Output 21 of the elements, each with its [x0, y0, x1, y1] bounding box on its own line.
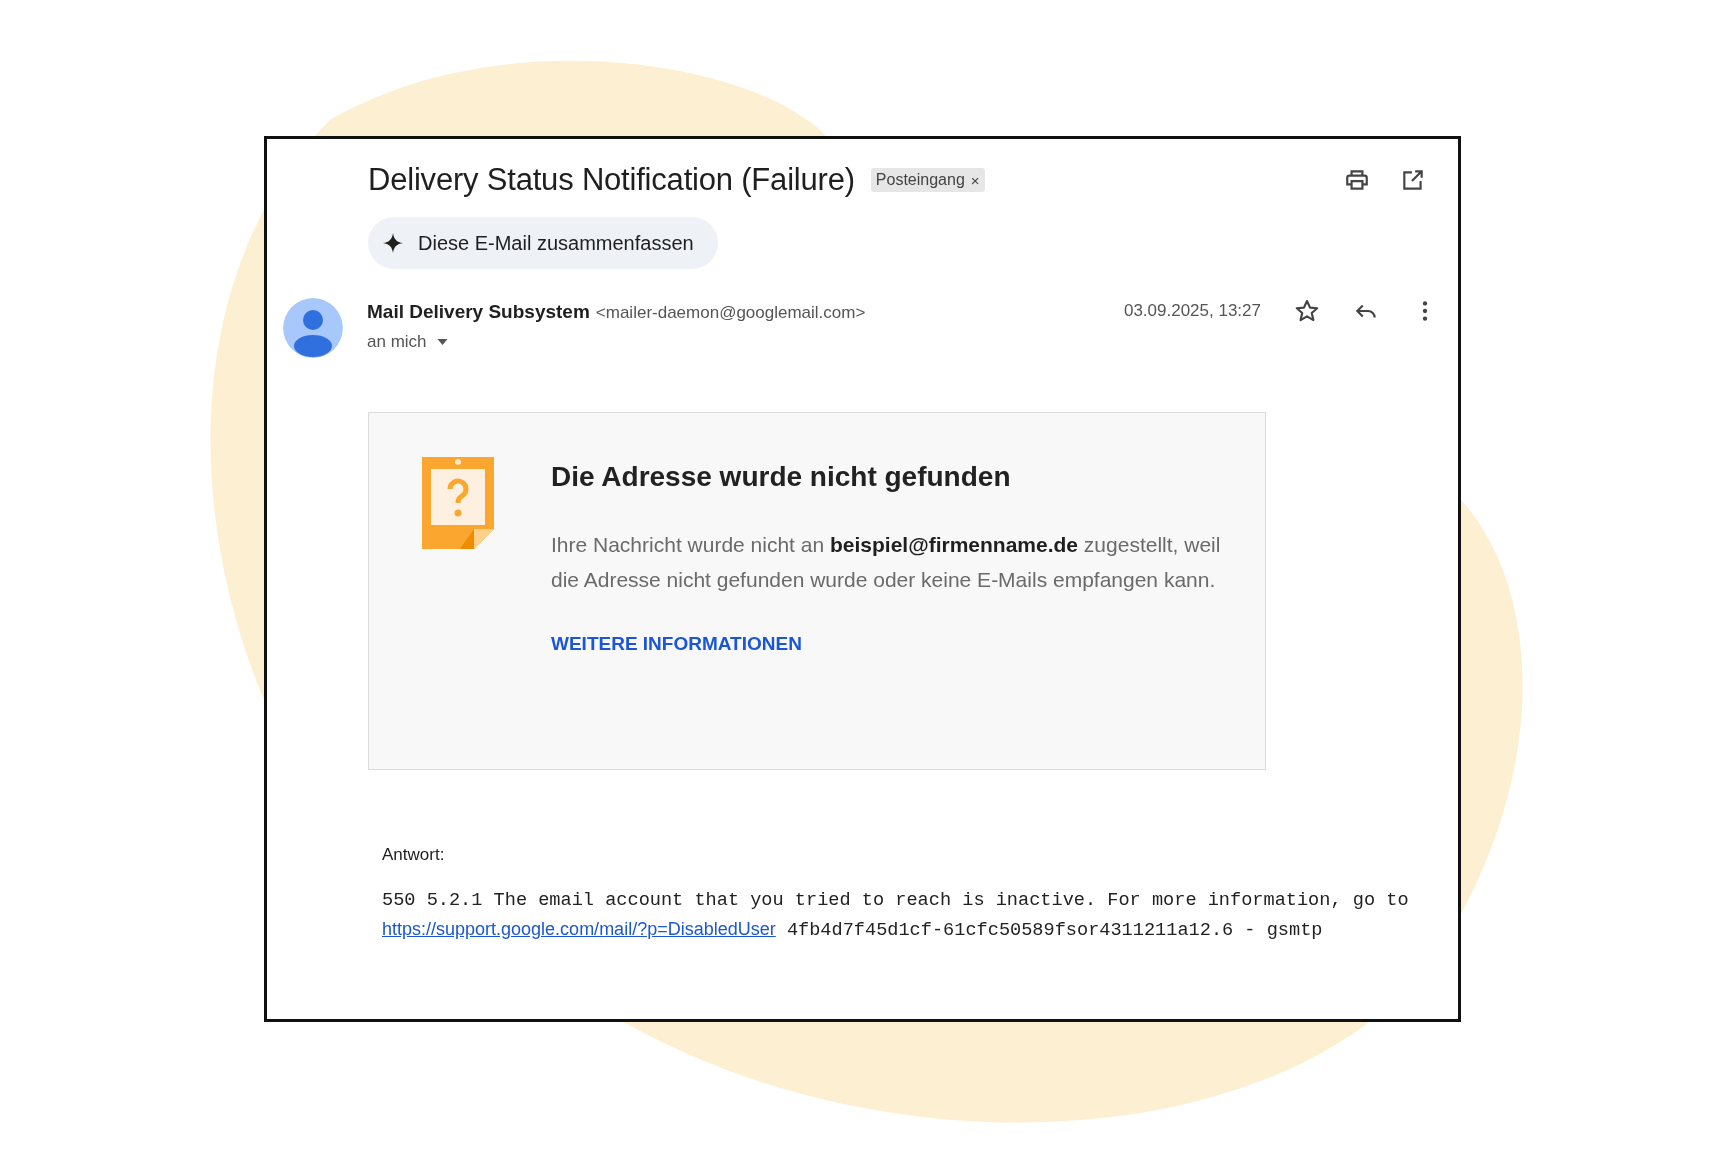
print-icon[interactable] — [1344, 167, 1370, 193]
response-label: Antwort: — [382, 845, 445, 865]
label-tag: Posteingang × — [870, 168, 985, 192]
sparkle-icon — [382, 232, 404, 254]
email-subject: Delivery Status Notification (Failure) — [368, 162, 855, 198]
notice-heading: Die Adresse wurde nicht gefunden — [551, 461, 1012, 493]
star-icon[interactable] — [1294, 298, 1320, 324]
caret-icon — [436, 339, 448, 345]
summarize-button[interactable]: Diese E-Mail zusammenfassen — [368, 217, 718, 269]
response-text: 550 5.2.1 The email account that you tried to reach is inactive. For more information, go to https://support.google.com/mail/?p=DisabledUser 4fb4d7f45d1cf-61cfc50589fsor4311211a12.6 - gsmtp — [382, 889, 1410, 943]
email-date: 03.09.2025, 13:27 — [1123, 301, 1261, 321]
more-info-link[interactable]: WEITERE INFORMATIONEN — [551, 633, 802, 655]
recipient-dropdown[interactable]: an mich — [367, 332, 448, 352]
remove-label-button[interactable]: × — [970, 171, 980, 189]
notice-message: Ihre Nachricht wurde nicht an beispiel@firmenname.de zugestellt, weil die Adresse nicht gefunden wurde oder keine E-Mails empfangen kann. — [551, 532, 1221, 593]
avatar-icon — [283, 298, 343, 358]
support-link[interactable]: https://support.google.com/mail/?p=DisabledUser — [382, 919, 776, 939]
sender-address: <mailer-daemon@googlemail.com> — [595, 303, 866, 323]
open-in-new-window-icon[interactable] — [1400, 167, 1426, 193]
sender-name: Mail Delivery Subsystem — [367, 301, 590, 323]
question-note-icon — [422, 457, 494, 549]
